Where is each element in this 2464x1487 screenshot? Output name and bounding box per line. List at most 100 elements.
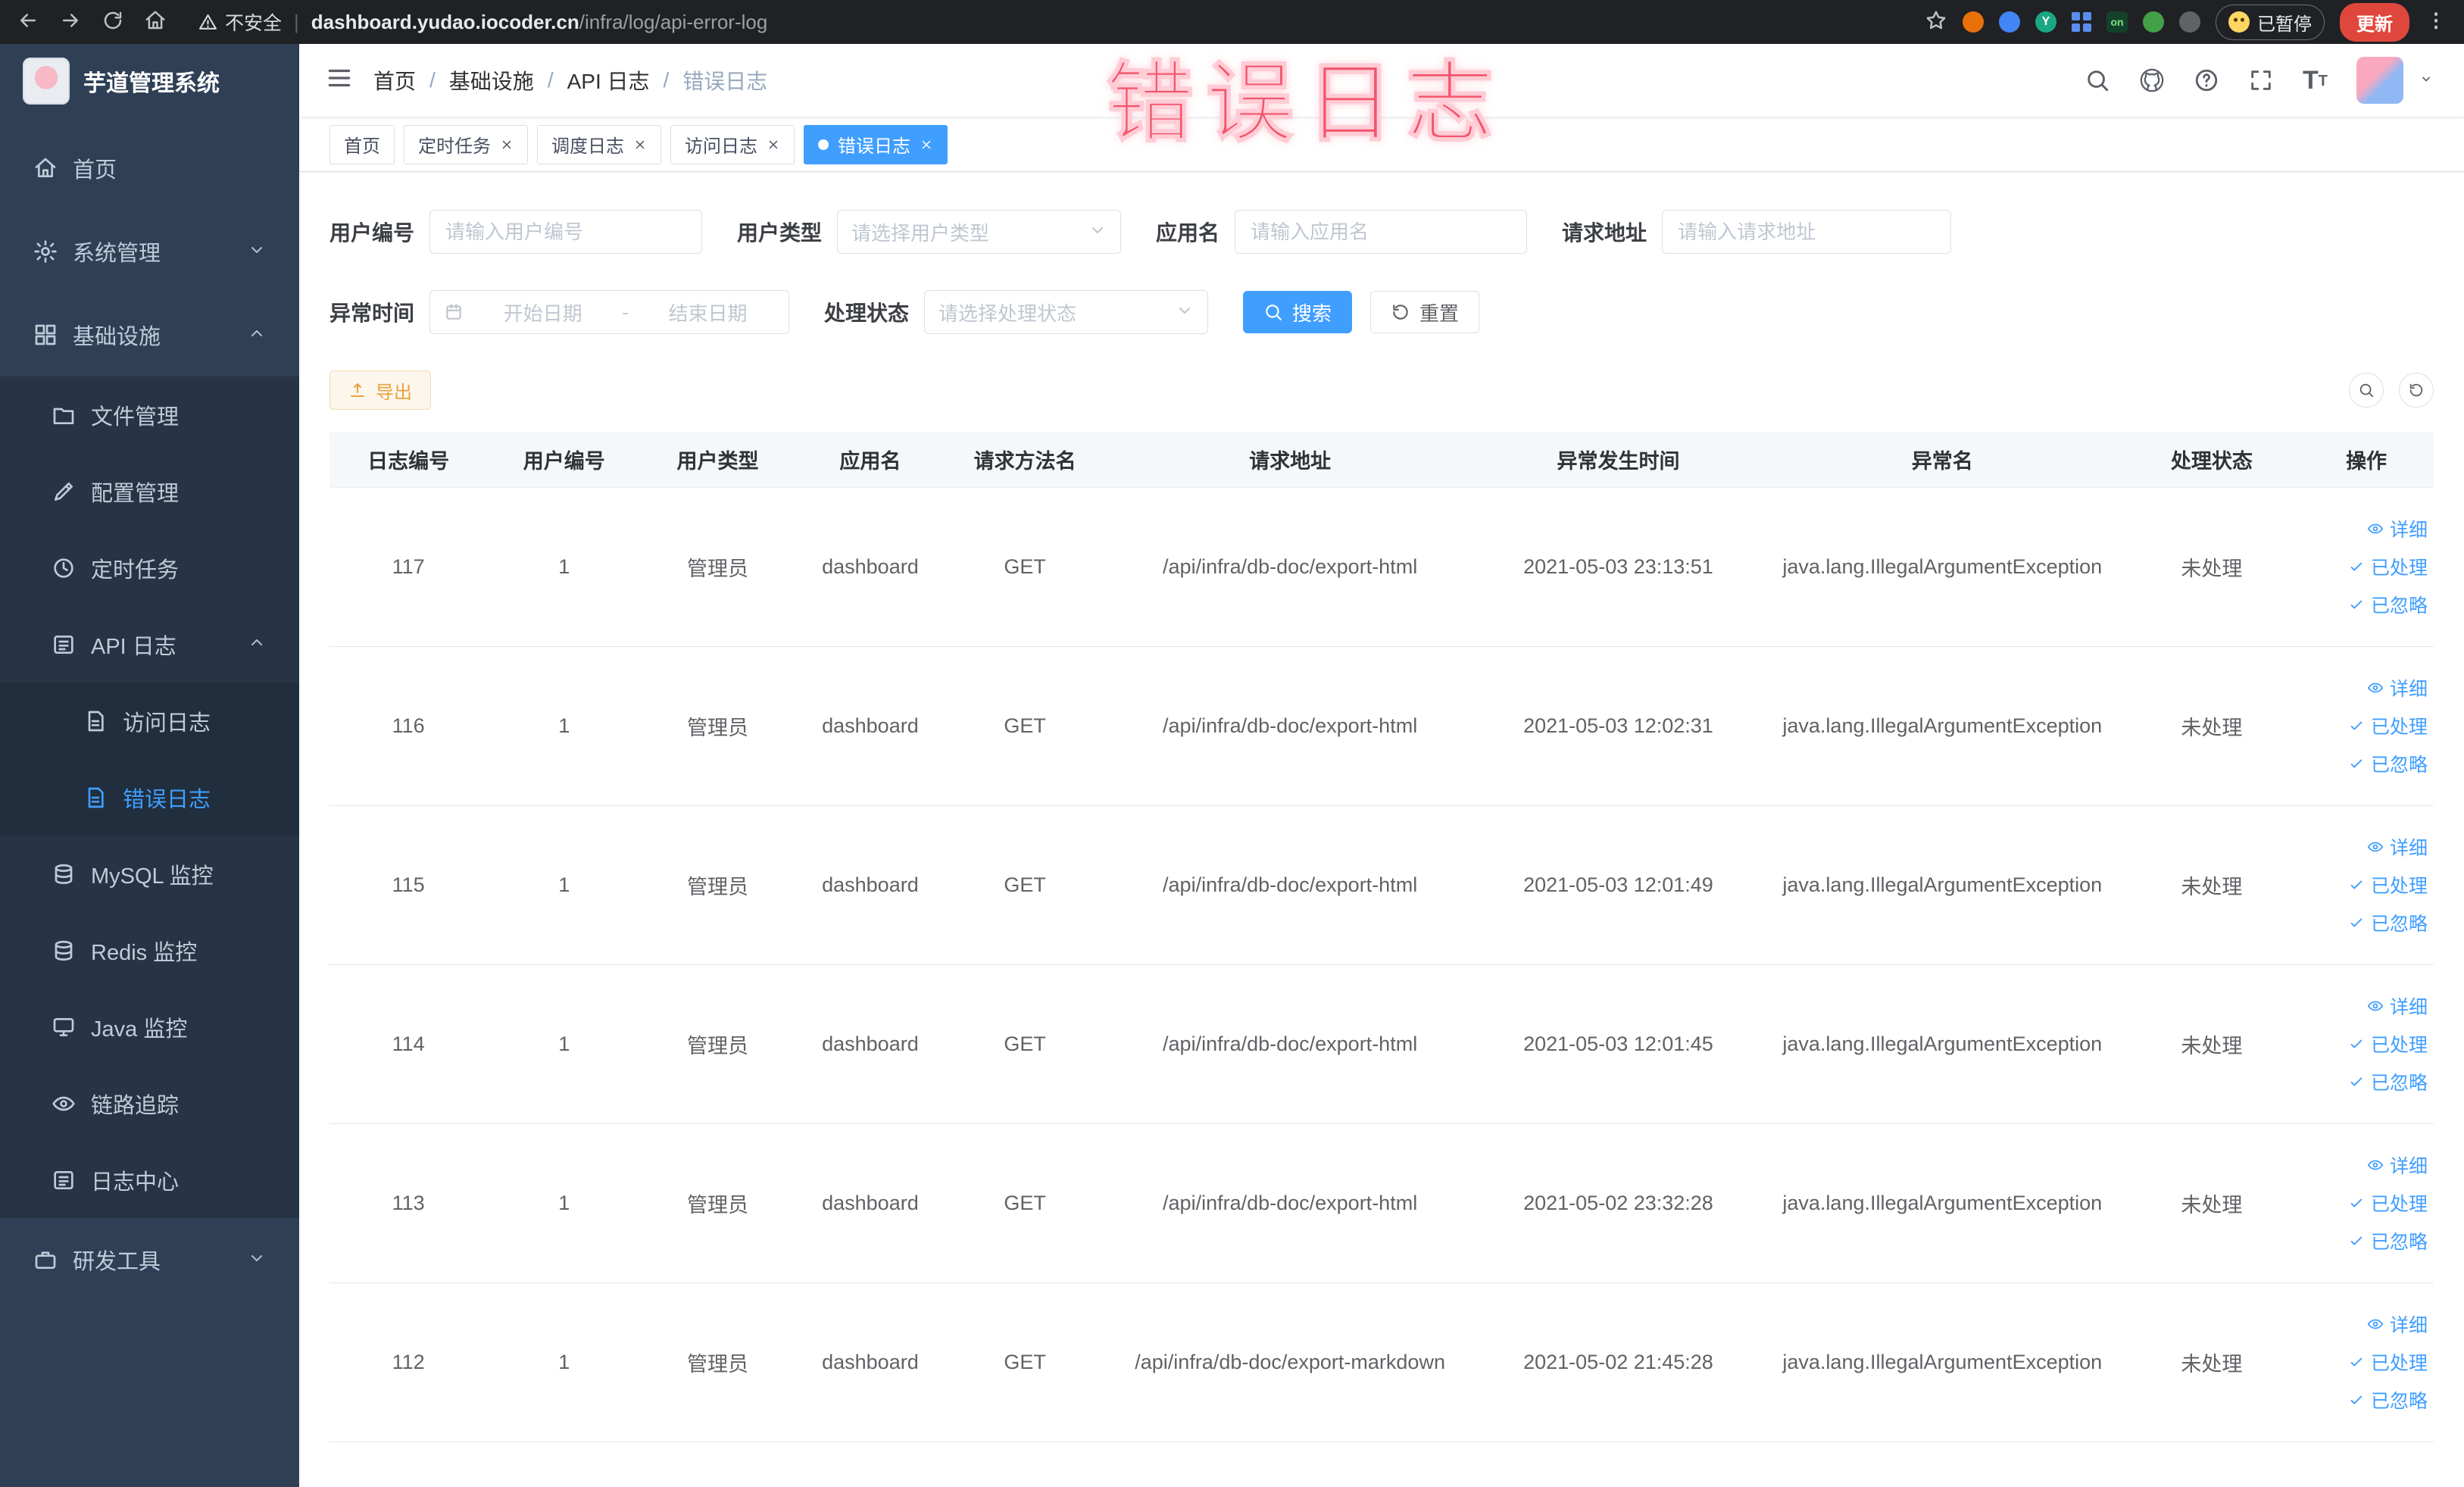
breadcrumb-infrastructure[interactable]: 基础设施 [449,65,534,95]
check-icon [2348,1232,2365,1249]
app-name-input[interactable] [1235,210,1528,254]
paused-badge[interactable]: 已暂停 [2216,4,2325,40]
avatar-caret-down-icon[interactable] [2419,71,2434,89]
hide-search-button[interactable] [2349,373,2384,408]
col-process-status: 处理状态 [2124,433,2300,488]
database-icon [50,862,77,886]
sidebar-item-file-management[interactable]: 文件管理 [0,376,299,453]
breadcrumb-api-logs[interactable]: API 日志 [567,65,650,95]
detail-link[interactable]: 详细 [2367,992,2428,1020]
breadcrumb-error-log: 错误日志 [682,70,768,93]
close-icon[interactable] [920,138,933,152]
user-type-select[interactable]: 请选择用户类型 [837,210,1122,254]
ignored-link[interactable]: 已忽略 [2348,1227,2428,1254]
browser-menu-kebab-icon[interactable] [2425,9,2447,35]
table-tools [2349,373,2434,408]
request-url-input[interactable] [1662,210,1952,254]
ignored-link[interactable]: 已忽略 [2348,591,2428,618]
browser-home-button[interactable] [144,9,167,35]
address-bar[interactable]: 不安全 | dashboard.yudao.iocoder.cn/infra/l… [198,8,1905,36]
sidebar-item-trace[interactable]: 链路追踪 [0,1065,299,1142]
close-icon[interactable] [633,138,647,152]
briefcase-icon [32,1248,59,1272]
extension-icon-green[interactable] [2143,11,2164,33]
extension-icon-teal[interactable]: Y [2035,11,2056,33]
processed-link[interactable]: 已处理 [2348,553,2428,580]
app-logo[interactable]: 芋道管理系统 [0,44,299,117]
tab-scheduled-tasks[interactable]: 定时任务 [404,124,528,164]
col-user-type: 用户类型 [641,433,795,488]
extensions-puzzle-icon[interactable] [2179,11,2200,33]
browser-forward-button[interactable] [59,9,82,35]
col-user-id: 用户编号 [487,433,642,488]
detail-link[interactable]: 详细 [2367,515,2428,542]
sidebar-item-dev-tools[interactable]: 研发工具 [0,1218,299,1301]
close-icon[interactable] [500,138,514,152]
sidebar-item-api-logs[interactable]: API 日志 [0,606,299,683]
breadcrumb-home[interactable]: 首页 [373,65,416,95]
detail-link[interactable]: 详细 [2367,1310,2428,1338]
search-button[interactable]: 搜索 [1243,291,1353,333]
tab-error-log[interactable]: 错误日志 [804,124,948,164]
detail-link[interactable]: 详细 [2367,1151,2428,1179]
user-id-input[interactable] [429,210,703,254]
status-text: 未处理 [2124,646,2300,806]
ignored-link[interactable]: 已忽略 [2348,1386,2428,1414]
github-icon[interactable] [2139,67,2165,93]
processed-link[interactable]: 已处理 [2348,1030,2428,1057]
ignored-link[interactable]: 已忽略 [2348,1068,2428,1095]
close-icon[interactable] [767,138,780,152]
sidebar-item-home[interactable]: 首页 [0,127,299,210]
reset-button[interactable]: 重置 [1370,291,1480,333]
browser-back-button[interactable] [17,9,39,35]
font-size-icon[interactable]: TT [2303,66,2328,95]
processed-link[interactable]: 已处理 [2348,1348,2428,1376]
refresh-table-button[interactable] [2399,373,2434,408]
browser-toolbar-right: Y on 已暂停 更新 [1925,2,2447,42]
security-indicator[interactable]: 不安全 [198,8,282,36]
extension-icon-grid[interactable] [2072,12,2091,32]
sidebar-item-mysql-monitor[interactable]: MySQL 监控 [0,836,299,912]
sidebar-item-infrastructure[interactable]: 基础设施 [0,293,299,376]
ignored-link[interactable]: 已忽略 [2348,909,2428,936]
process-status-select[interactable]: 请选择处理状态 [924,290,1209,334]
help-icon[interactable] [2194,67,2219,93]
search-icon[interactable] [2085,67,2110,93]
exception-time-range-picker[interactable]: 开始日期 - 结束日期 [429,290,790,334]
avatar[interactable] [2356,57,2403,104]
sidebar-item-java-monitor[interactable]: Java 监控 [0,989,299,1065]
export-button[interactable]: 导出 [329,370,431,410]
sidebar-item-redis-monitor[interactable]: Redis 监控 [0,912,299,989]
extension-icon-on[interactable]: on [2106,11,2128,33]
ignored-link[interactable]: 已忽略 [2348,750,2428,777]
sidebar-item-system-management[interactable]: 系统管理 [0,210,299,293]
bookmark-star-icon[interactable] [1925,9,1947,35]
extension-icon-blue-drop[interactable] [1999,11,2020,33]
processed-link[interactable]: 已处理 [2348,871,2428,898]
sidebar-item-log-center[interactable]: 日志中心 [0,1142,299,1218]
fullscreen-icon[interactable] [2248,67,2274,93]
detail-link[interactable]: 详细 [2367,833,2428,861]
sidebar-item-scheduled-tasks[interactable]: 定时任务 [0,530,299,606]
sidebar-toggle-icon[interactable] [325,64,354,96]
detail-link[interactable]: 详细 [2367,674,2428,701]
status-text: 未处理 [2124,487,2300,647]
sidebar-item-access-log[interactable]: 访问日志 [0,683,299,759]
extension-icon-orange[interactable] [1963,11,1984,33]
browser-update-button[interactable]: 更新 [2340,2,2409,42]
table-row: 116 1 管理员 dashboard GET /api/infra/db-do… [329,646,2434,806]
eye-icon [2367,679,2384,696]
table-row: 115 1 管理员 dashboard GET /api/infra/db-do… [329,805,2434,965]
tab-access-log[interactable]: 访问日志 [670,124,795,164]
status-text: 未处理 [2124,1123,2300,1283]
tab-schedule-log[interactable]: 调度日志 [537,124,661,164]
col-request-url: 请求地址 [1104,433,1476,488]
sidebar-item-error-log[interactable]: 错误日志 [0,759,299,836]
active-dot [818,139,829,150]
browser-reload-button[interactable] [101,9,124,35]
api-log-icon [50,633,77,657]
processed-link[interactable]: 已处理 [2348,712,2428,739]
processed-link[interactable]: 已处理 [2348,1189,2428,1217]
tab-home[interactable]: 首页 [329,124,395,164]
sidebar-item-config-management[interactable]: 配置管理 [0,453,299,530]
